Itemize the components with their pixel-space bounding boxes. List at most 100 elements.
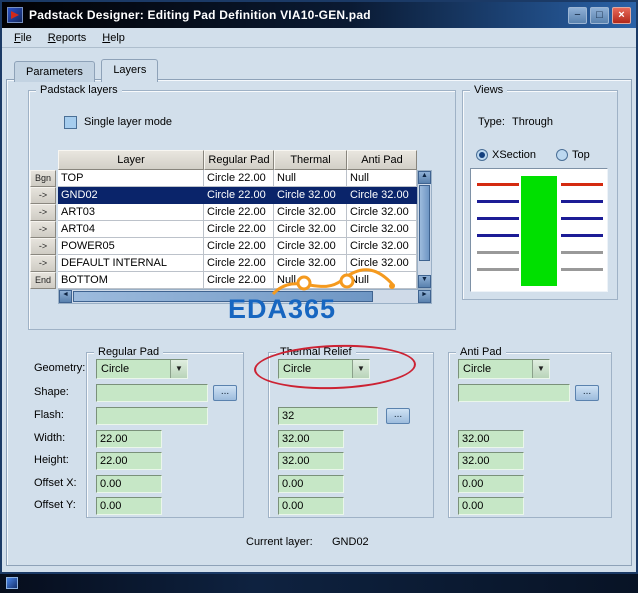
row-marker-bgn[interactable]: Bgn bbox=[30, 170, 56, 187]
row-marker[interactable]: -> bbox=[30, 238, 56, 255]
cell-layer[interactable]: ART04 bbox=[58, 221, 204, 238]
regular-pad-title: Regular Pad bbox=[94, 346, 164, 358]
thermal-width-field[interactable]: 32.00 bbox=[278, 430, 344, 448]
maximize-button[interactable]: □ bbox=[590, 6, 609, 24]
radio-top[interactable] bbox=[556, 149, 568, 161]
cell-regular[interactable]: Circle 22.00 bbox=[204, 221, 274, 238]
header-thermal-relief[interactable]: Thermal Relief bbox=[274, 150, 347, 184]
cell-layer[interactable]: ART03 bbox=[58, 204, 204, 221]
xsection-preview bbox=[470, 168, 608, 292]
cell-regular[interactable]: Circle 22.00 bbox=[204, 187, 274, 204]
row-marker[interactable]: -> bbox=[30, 255, 56, 272]
table-row-art03[interactable]: ART03 Circle 22.00 Circle 32.00 Circle 3… bbox=[58, 204, 417, 221]
chevron-down-icon[interactable]: ▼ bbox=[170, 360, 187, 378]
tab-parameters[interactable]: Parameters bbox=[14, 61, 95, 82]
scroll-up-button[interactable]: ▲ bbox=[418, 171, 431, 184]
xsection-layer-line bbox=[477, 183, 519, 186]
anti-geometry-dropdown[interactable]: Circle ▼ bbox=[458, 359, 550, 379]
cell-regular[interactable]: Circle 22.00 bbox=[204, 255, 274, 272]
cell-layer[interactable]: DEFAULT INTERNAL bbox=[58, 255, 204, 272]
header-layer[interactable]: Layer bbox=[58, 150, 204, 170]
anti-offset-y-field[interactable]: 0.00 bbox=[458, 497, 524, 515]
regular-offset-x-field[interactable]: 0.00 bbox=[96, 475, 162, 493]
cell-anti[interactable]: Circle 32.00 bbox=[347, 238, 417, 255]
offset-y-label: Offset Y: bbox=[34, 499, 76, 511]
row-marker[interactable]: -> bbox=[30, 187, 56, 204]
table-row-top[interactable]: TOP Circle 22.00 Null Null bbox=[58, 170, 417, 187]
padstack-designer-window: Padstack Designer: Editing Pad Definitio… bbox=[0, 0, 638, 574]
header-regular-pad[interactable]: Regular Pad bbox=[204, 150, 274, 170]
cell-regular[interactable]: Circle 22.00 bbox=[204, 272, 274, 289]
radio-xsection[interactable] bbox=[476, 149, 488, 161]
anti-shape-browse-button[interactable]: ... bbox=[575, 385, 599, 401]
geometry-label: Geometry: bbox=[34, 362, 86, 374]
table-row-power05[interactable]: POWER05 Circle 22.00 Circle 32.00 Circle… bbox=[58, 238, 417, 255]
cell-anti[interactable]: Circle 32.00 bbox=[347, 204, 417, 221]
cell-layer[interactable]: POWER05 bbox=[58, 238, 204, 255]
cell-regular[interactable]: Circle 22.00 bbox=[204, 170, 274, 187]
thermal-height-field[interactable]: 32.00 bbox=[278, 452, 344, 470]
xsection-layer-line bbox=[561, 268, 603, 271]
scroll-left-button[interactable]: ◄ bbox=[59, 290, 72, 303]
menu-reports[interactable]: Reports bbox=[40, 30, 95, 46]
scroll-down-button[interactable]: ▼ bbox=[418, 275, 431, 288]
anti-offset-x-field[interactable]: 0.00 bbox=[458, 475, 524, 493]
cell-anti[interactable]: Circle 32.00 bbox=[347, 221, 417, 238]
title-bar[interactable]: Padstack Designer: Editing Pad Definitio… bbox=[2, 2, 636, 28]
xsection-layer-line bbox=[477, 200, 519, 203]
cell-anti[interactable]: Null bbox=[347, 170, 417, 187]
tab-layers[interactable]: Layers bbox=[101, 59, 159, 82]
single-layer-mode-checkbox[interactable] bbox=[64, 116, 77, 129]
cell-layer[interactable]: TOP bbox=[58, 170, 204, 187]
background-window-icon[interactable] bbox=[6, 577, 18, 589]
chevron-down-icon[interactable]: ▼ bbox=[532, 360, 549, 378]
row-marker-end[interactable]: End bbox=[30, 272, 56, 289]
cell-regular[interactable]: Circle 22.00 bbox=[204, 204, 274, 221]
table-row-art04[interactable]: ART04 Circle 22.00 Circle 32.00 Circle 3… bbox=[58, 221, 417, 238]
xsection-layer-line bbox=[477, 234, 519, 237]
background-window-titlebar[interactable] bbox=[0, 574, 638, 593]
regular-height-field[interactable]: 22.00 bbox=[96, 452, 162, 470]
header-anti-pad[interactable]: Anti Pad bbox=[347, 150, 417, 170]
regular-flash-field[interactable] bbox=[96, 407, 208, 425]
cell-thermal[interactable]: Circle 32.00 bbox=[274, 238, 347, 255]
cell-anti[interactable]: Circle 32.00 bbox=[347, 187, 417, 204]
row-marker[interactable]: -> bbox=[30, 204, 56, 221]
menu-help[interactable]: Help bbox=[94, 30, 133, 46]
cell-layer[interactable]: GND02 bbox=[58, 187, 204, 204]
regular-geometry-dropdown[interactable]: Circle ▼ bbox=[96, 359, 188, 379]
radio-top-label: Top bbox=[572, 149, 590, 161]
cell-thermal[interactable]: Circle 32.00 bbox=[274, 187, 347, 204]
row-marker[interactable]: -> bbox=[30, 221, 56, 238]
current-layer-label: Current layer: bbox=[246, 536, 313, 548]
watermark-text: EDA365 bbox=[228, 294, 337, 324]
table-row-gnd02-selected[interactable]: GND02 Circle 22.00 Circle 32.00 Circle 3… bbox=[58, 187, 417, 204]
menu-file[interactable]: File bbox=[6, 30, 40, 46]
padstack-layers-group-title: Padstack layers bbox=[36, 84, 122, 96]
thermal-flash-browse-button[interactable]: ... bbox=[386, 408, 410, 424]
xsection-layer-line bbox=[561, 183, 603, 186]
vertical-scroll-thumb[interactable] bbox=[419, 185, 430, 261]
anti-shape-field[interactable] bbox=[458, 384, 570, 402]
regular-offset-y-field[interactable]: 0.00 bbox=[96, 497, 162, 515]
close-button[interactable]: × bbox=[612, 6, 631, 24]
regular-shape-field[interactable] bbox=[96, 384, 208, 402]
regular-shape-browse-button[interactable]: ... bbox=[213, 385, 237, 401]
cell-layer[interactable]: BOTTOM bbox=[58, 272, 204, 289]
vertical-scrollbar[interactable]: ▲ ▼ bbox=[417, 170, 432, 289]
thermal-offset-x-field[interactable]: 0.00 bbox=[278, 475, 344, 493]
screen: Padstack Designer: Editing Pad Definitio… bbox=[0, 0, 638, 593]
minimize-button[interactable]: − bbox=[568, 6, 587, 24]
anti-height-field[interactable]: 32.00 bbox=[458, 452, 524, 470]
cell-thermal[interactable]: Circle 32.00 bbox=[274, 204, 347, 221]
view-type-value: Through bbox=[512, 116, 553, 128]
thermal-offset-y-field[interactable]: 0.00 bbox=[278, 497, 344, 515]
cell-regular[interactable]: Circle 22.00 bbox=[204, 238, 274, 255]
cell-thermal[interactable]: Null bbox=[274, 170, 347, 187]
regular-width-field[interactable]: 22.00 bbox=[96, 430, 162, 448]
flash-label: Flash: bbox=[34, 409, 64, 421]
anti-width-field[interactable]: 32.00 bbox=[458, 430, 524, 448]
scroll-right-button[interactable]: ► bbox=[418, 290, 431, 303]
cell-thermal[interactable]: Circle 32.00 bbox=[274, 221, 347, 238]
thermal-flash-field[interactable]: 32 bbox=[278, 407, 378, 425]
